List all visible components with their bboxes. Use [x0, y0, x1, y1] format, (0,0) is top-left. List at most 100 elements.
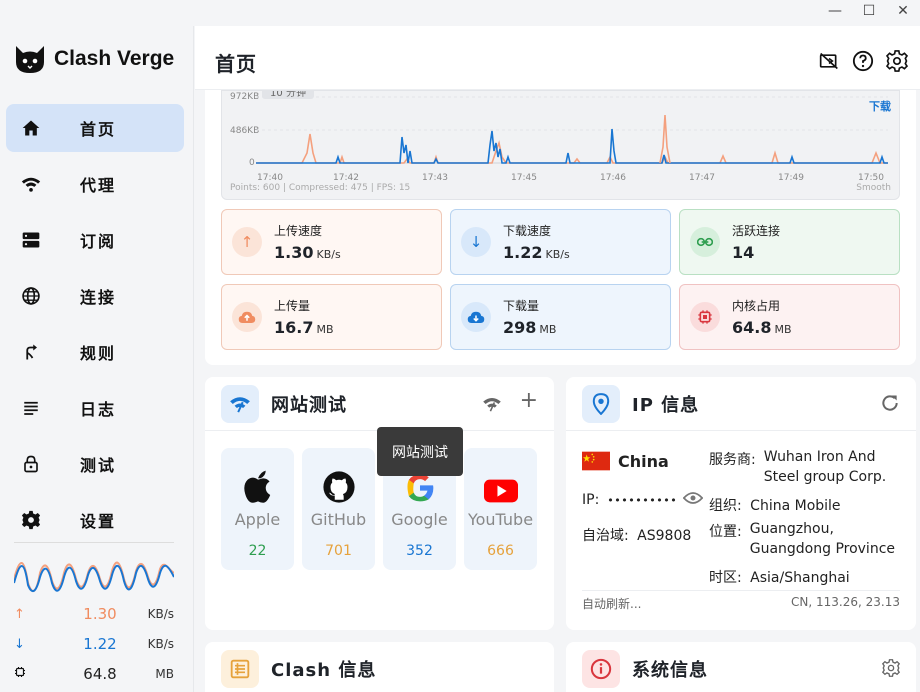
stat-value: 16.7 [274, 318, 314, 337]
location-label: 位置: [709, 524, 742, 540]
download-speed-value: 1.22 [83, 635, 117, 653]
chart-footer: Points: 600 | Compressed: 475 | FPS: 15 [230, 183, 411, 193]
stat-unit: KB/s [316, 248, 341, 261]
geo-coordinates: CN, 113.26, 23.13 [791, 595, 900, 609]
site-latency: 701 [325, 543, 352, 559]
header-actions [818, 50, 908, 72]
sidebar-memory-line: 64.8 MB [14, 659, 174, 689]
arrow-up-icon: ↑ [14, 606, 25, 622]
x-tick-label: 17:40 [257, 173, 283, 183]
sidebar-traffic-widget: ↑ 1.30 KB/s ↓ 1.22 KB/s 64.8 MB [14, 542, 174, 689]
clash-info-title: Clash 信息 [271, 660, 377, 681]
isp-value: Wuhan Iron And Steel group Corp. [763, 449, 887, 485]
test-all-icon[interactable] [482, 393, 502, 417]
org-label: 组织: [709, 498, 742, 514]
sidebar-item-label: 连接 [80, 288, 117, 307]
site-name: GitHub [310, 510, 367, 529]
org-value: China Mobile [750, 498, 841, 514]
close-button[interactable]: ✕ [886, 0, 920, 22]
download-series-line [256, 128, 888, 164]
sidebar: Clash Verge 首页 代理 订阅 连接 规则 日志 测试 设置 ↑ 1.… [0, 26, 194, 692]
sidebar-item-label: 首页 [80, 120, 117, 139]
stat-label: 上传速度 [274, 224, 323, 238]
cloud-download-icon [461, 302, 491, 332]
upload-speed-value: 1.30 [83, 605, 117, 623]
site-test-header: 网站测试 + [205, 377, 554, 431]
auto-refresh-text: 自动刷新... [582, 597, 642, 611]
chart-legend-download[interactable]: 下载 [869, 98, 891, 114]
eye-icon[interactable] [682, 491, 704, 509]
sidebar-upload-line: ↑ 1.30 KB/s [14, 599, 174, 629]
site-name: YouTube [467, 510, 534, 529]
stat-active-connections[interactable]: 活跃连接 14 [679, 209, 900, 275]
x-tick-label: 17:47 [689, 173, 715, 183]
youtube-icon [483, 479, 518, 503]
site-tile-youtube[interactable]: YouTube 666 [464, 448, 537, 570]
window-controls: — ☐ ✕ [818, 0, 920, 26]
stat-label: 活跃连接 [732, 224, 781, 238]
sidebar-item-logs[interactable]: 日志 [6, 384, 184, 432]
toggle-sidebar-icon[interactable] [818, 50, 840, 72]
link-icon [690, 227, 720, 257]
traffic-chart: 10 分钟 972KB 486KB 0 下载 17:40 17:42 17:43… [221, 90, 900, 200]
maximize-button[interactable]: ☐ [852, 0, 886, 22]
x-tick-label: 17:45 [511, 173, 537, 183]
page-header: 首页 [195, 26, 920, 90]
sidebar-item-rules[interactable]: 规则 [6, 328, 184, 376]
sidebar-item-label: 测试 [80, 456, 117, 475]
help-icon[interactable] [852, 50, 874, 72]
site-tile-github[interactable]: GitHub 701 [302, 448, 375, 570]
cloud-upload-icon [232, 302, 262, 332]
stat-label: 内核占用 [732, 299, 781, 313]
sidebar-item-home[interactable]: 首页 [6, 104, 184, 152]
gear-icon [20, 509, 42, 531]
x-tick-label: 17:42 [333, 173, 359, 183]
app-logo: Clash Verge [14, 44, 174, 74]
storage-icon [20, 229, 42, 251]
sidebar-item-test[interactable]: 测试 [6, 440, 184, 488]
stat-cards: ↑ 上传速度 1.30 KB/s ↓ 下载速度 1.22 KB/s 活跃连接 14 … [221, 209, 900, 350]
x-tick-label: 17:43 [422, 173, 448, 183]
traffic-panel: 10 分钟 972KB 486KB 0 下载 17:40 17:42 17:43… [205, 90, 916, 365]
chart-smooth-label[interactable]: Smooth [856, 183, 891, 193]
stat-download-total: 下载量 298 MB [450, 284, 671, 350]
sidebar-item-proxy[interactable]: 代理 [6, 160, 184, 208]
china-flag-icon [582, 451, 610, 471]
sidebar-item-settings[interactable]: 设置 [6, 496, 184, 544]
stat-label: 下载量 [503, 299, 540, 313]
site-latency: 352 [406, 543, 433, 559]
cat-logo-icon [16, 46, 44, 73]
stat-label: 下载速度 [503, 224, 552, 238]
stat-label: 上传量 [274, 299, 311, 313]
sidebar-item-subscription[interactable]: 订阅 [6, 216, 184, 264]
asn-label: 自治域: [582, 528, 629, 544]
timezone-label: 时区: [709, 570, 742, 586]
stat-upload-speed: ↑ 上传速度 1.30 KB/s [221, 209, 442, 275]
sidebar-item-label: 日志 [80, 400, 117, 419]
stat-unit: MB [539, 323, 557, 336]
refresh-icon[interactable] [880, 393, 900, 418]
minimize-button[interactable]: — [818, 0, 852, 22]
settings-icon[interactable] [881, 658, 901, 682]
lock-icon [20, 453, 42, 475]
arrow-down-icon: ↓ [14, 636, 25, 652]
page-title: 首页 [215, 52, 257, 76]
sidebar-item-label: 设置 [80, 512, 117, 531]
ip-label: IP: [582, 492, 600, 508]
add-site-icon[interactable]: + [520, 390, 538, 417]
info-icon [582, 650, 620, 688]
x-tick-label: 17:46 [600, 173, 626, 183]
globe-icon [20, 285, 42, 307]
settings-icon[interactable] [886, 50, 908, 72]
memory-value: 64.8 [83, 665, 117, 683]
sidebar-nav: 首页 代理 订阅 连接 规则 日志 测试 设置 [6, 104, 184, 552]
site-tile-apple[interactable]: Apple 22 [221, 448, 294, 570]
dns-icon [221, 650, 259, 688]
sidebar-item-label: 代理 [80, 176, 117, 195]
sidebar-item-connections[interactable]: 连接 [6, 272, 184, 320]
ip-info-title: IP 信息 [632, 394, 700, 416]
x-tick-label: 17:49 [778, 173, 804, 183]
stat-upload-total: 上传量 16.7 MB [221, 284, 442, 350]
site-name: Apple [234, 510, 281, 529]
traffic-sparkline [14, 561, 174, 593]
